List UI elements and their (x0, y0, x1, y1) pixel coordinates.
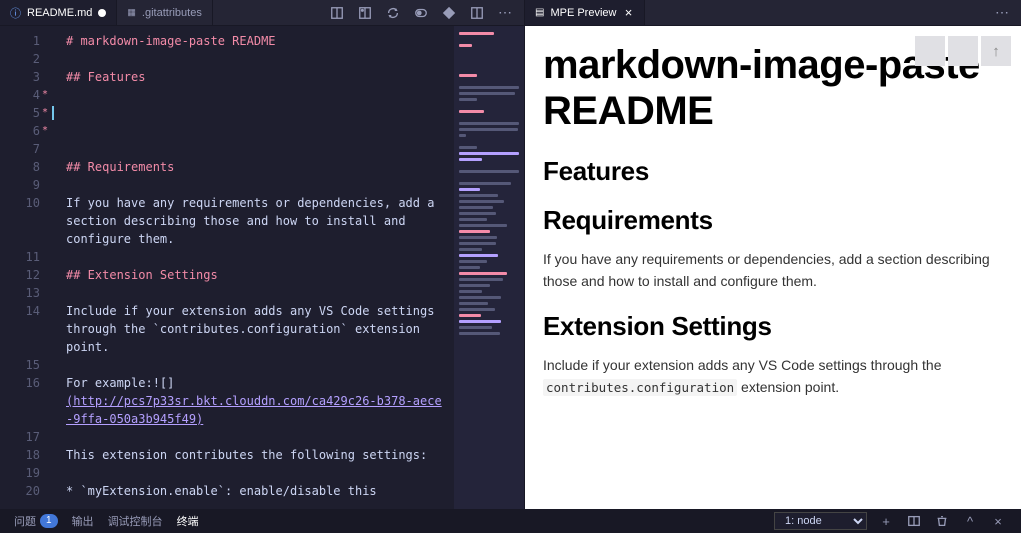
editor-tabs-bar: ⓘ README.md ▦ .gitattributes ⋯ (0, 0, 524, 26)
preview-h2-features: Features (543, 156, 1003, 187)
preview-toolbar-button[interactable] (915, 36, 945, 66)
maximize-panel-icon[interactable]: ^ (961, 512, 979, 530)
split-editor-icon[interactable] (466, 2, 488, 24)
panel-tab-problems[interactable]: 问题 1 (14, 513, 58, 529)
preview-paragraph: Include if your extension adds any VS Co… (543, 354, 1003, 399)
more-actions-icon[interactable]: ⋯ (991, 2, 1013, 24)
preview-tabs-bar: ▤ MPE Preview × ⋯ (525, 0, 1021, 26)
tab-mpe-preview[interactable]: ▤ MPE Preview × (525, 0, 645, 25)
panel-tab-output[interactable]: 输出 (72, 513, 94, 529)
preview-toolbar-button[interactable] (948, 36, 978, 66)
tab-readme[interactable]: ⓘ README.md (0, 0, 117, 25)
split-terminal-icon[interactable] (905, 512, 923, 530)
tab-label: .gitattributes (142, 7, 202, 19)
terminal-selector[interactable]: 1: node (774, 512, 867, 530)
line-gutter: 1234567891011121314151617181920 (0, 26, 52, 509)
panel-tab-debug-console[interactable]: 调试控制台 (108, 513, 163, 529)
markdown-preview: ↑ markdown-image-paste README Features R… (525, 26, 1021, 509)
close-panel-icon[interactable]: × (989, 512, 1007, 530)
close-icon[interactable]: × (622, 7, 634, 19)
file-icon: ▦ (127, 7, 136, 18)
preview-h2-requirements: Requirements (543, 205, 1003, 236)
open-preview-icon[interactable] (354, 2, 376, 24)
panel-bar: 问题 1 输出 调试控制台 终端 1: node + ^ × (0, 509, 1021, 533)
back-to-top-button[interactable]: ↑ (981, 36, 1011, 66)
open-preview-side-icon[interactable] (326, 2, 348, 24)
preview-paragraph: If you have any requirements or dependen… (543, 248, 1003, 293)
info-icon: ⓘ (10, 5, 21, 21)
more-actions-icon[interactable]: ⋯ (494, 2, 516, 24)
tab-label: README.md (27, 7, 92, 19)
sync-icon[interactable] (382, 2, 404, 24)
tab-label: MPE Preview (550, 7, 616, 19)
editor[interactable]: 1234567891011121314151617181920 # markdo… (0, 26, 524, 509)
panel-tab-terminal[interactable]: 终端 (177, 513, 199, 529)
problems-count-badge: 1 (40, 514, 58, 528)
diamond-icon[interactable] (438, 2, 460, 24)
preview-h2-extension-settings: Extension Settings (543, 311, 1003, 342)
toggle-icon[interactable] (410, 2, 432, 24)
tab-gitattributes[interactable]: ▦ .gitattributes (117, 0, 212, 25)
modified-indicator (98, 9, 106, 17)
preview-icon: ▤ (535, 7, 544, 18)
new-terminal-icon[interactable]: + (877, 512, 895, 530)
kill-terminal-icon[interactable] (933, 512, 951, 530)
minimap[interactable] (454, 26, 524, 509)
